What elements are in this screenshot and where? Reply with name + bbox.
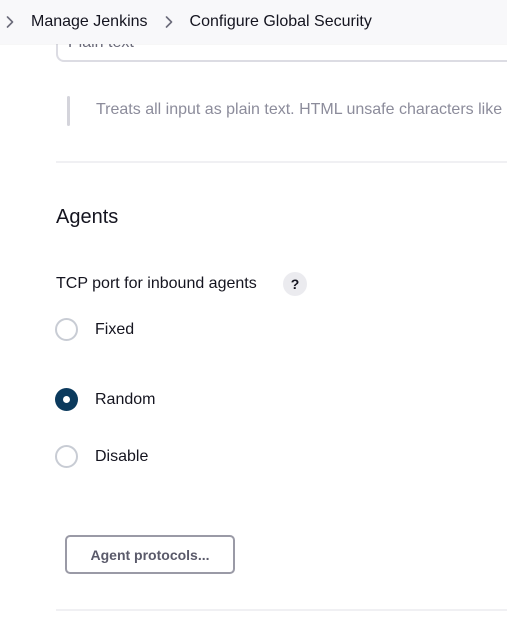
chevron-right-icon [163,0,175,44]
agent-protocols-button[interactable]: Agent protocols... [65,535,235,574]
radio-button-fixed[interactable] [55,318,78,341]
breadcrumb-item-configure-global-security[interactable]: Configure Global Security [190,13,372,31]
markup-formatter-help-text: Treats all input as plain text. HTML uns… [96,101,503,118]
radio-button-random[interactable] [55,388,78,411]
help-icon[interactable]: ? [283,272,307,296]
radio-label-fixed: Fixed [95,320,135,338]
radio-label-disable: Disable [95,447,149,465]
breadcrumb: Manage Jenkins Configure Global Security [0,0,507,44]
agents-section-title: Agents [56,206,119,228]
radio-option-disable[interactable]: Disable [55,445,148,468]
radio-option-random[interactable]: Random [55,388,155,411]
section-divider [56,609,507,611]
help-quote-bar [67,96,70,126]
section-divider [56,161,507,163]
tcp-port-label: TCP port for inbound agents [56,275,257,292]
radio-label-random: Random [95,390,156,408]
radio-button-disable[interactable] [55,445,78,468]
breadcrumb-item-manage-jenkins[interactable]: Manage Jenkins [31,13,148,31]
radio-option-fixed[interactable]: Fixed [55,318,134,341]
chevron-right-icon [4,0,16,44]
